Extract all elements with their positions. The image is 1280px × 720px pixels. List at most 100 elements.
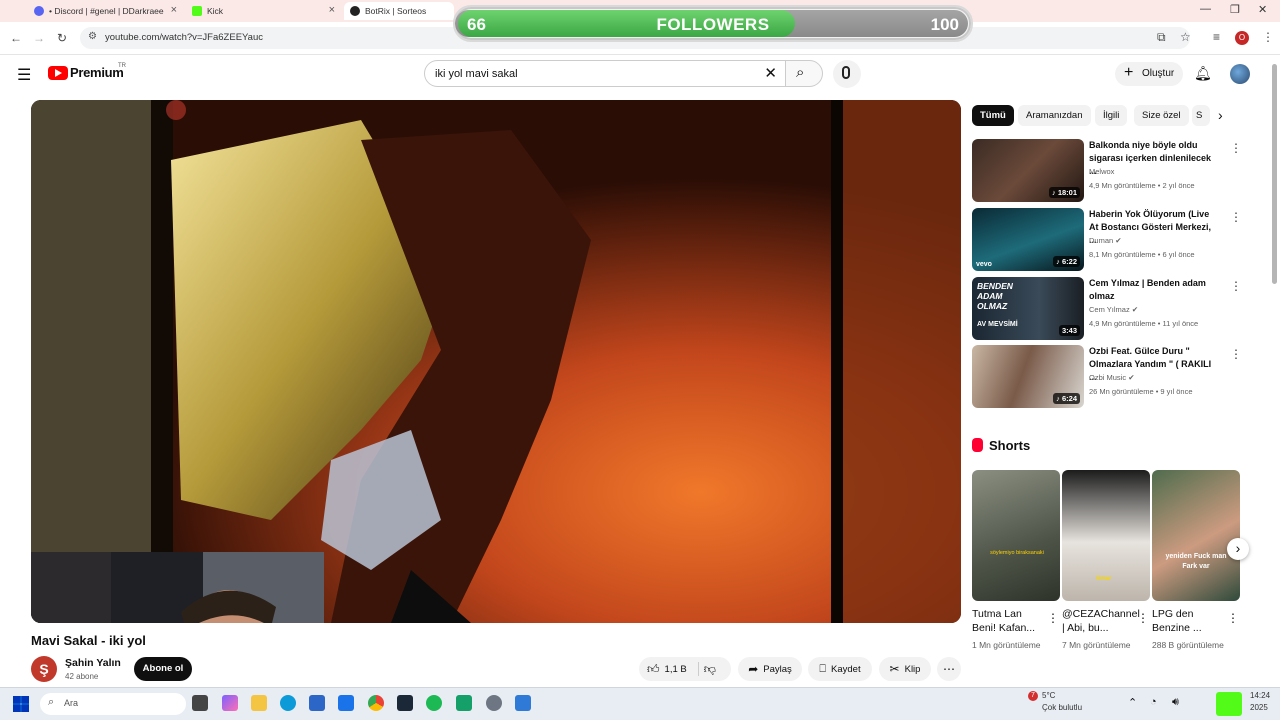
steam-icon[interactable] [397,695,413,711]
short-thumbnail[interactable]: yeniden Fuck man Fark var [1152,470,1240,601]
reload-icon[interactable]: ↻ [57,31,67,45]
speaker-icon[interactable]: 🔊︎ [1172,696,1179,709]
share-button[interactable]: ➦ Paylaş [738,657,802,681]
short-thumbnail[interactable]: söylemiyo biraksanaki [972,470,1060,601]
obs-icon[interactable] [515,695,531,711]
short-card[interactable]: Umar @CEZAChannel | Abi, bu... 7 Mn görü… [1062,470,1150,651]
subscribe-button[interactable]: Abone ol [134,657,192,681]
clear-search-icon[interactable]: ✕ [764,64,777,82]
video-thumbnail[interactable]: vevo ♪ 6:22 [972,208,1084,271]
kick-tray-icon[interactable] [1216,692,1242,716]
file-explorer-icon[interactable] [251,695,267,711]
install-icon[interactable]: ⧉ [1157,30,1166,45]
clock-time[interactable]: 14:24 [1250,691,1270,700]
weather-text[interactable]: Çok bulutlu [1042,703,1082,712]
more-vertical-icon[interactable]: ⋮ [1230,279,1242,293]
chip-related[interactable]: İlgili [1095,105,1128,126]
more-vertical-icon[interactable]: ⋮ [1230,210,1242,224]
related-title[interactable]: Cem Yılmaz | Benden adam olmaz [1089,277,1219,303]
more-vertical-icon[interactable]: ⋮ [1227,611,1239,625]
like-count: 1,1 B [664,663,687,675]
search-button[interactable]: ⌕ [785,60,823,87]
menu-icon[interactable]: ☰ [17,65,31,85]
voice-search-button[interactable] [833,60,861,88]
chrome-icon[interactable] [368,695,384,711]
related-channel[interactable]: Ozbi Music ✔ [1089,373,1134,382]
bookmark-star-icon[interactable]: ☆ [1180,30,1191,44]
chip-all[interactable]: Tümü [972,105,1014,126]
notifications-bell-icon[interactable]: 🔔︎ [1194,65,1212,82]
more-vertical-icon[interactable]: ⋮ [1230,141,1242,155]
create-button[interactable]: + Oluştur [1115,62,1183,86]
store-icon[interactable] [309,695,325,711]
mail-icon[interactable] [338,695,354,711]
more-actions-button[interactable]: ⋯ [937,657,961,681]
chip-for-you[interactable]: Size özel [1134,105,1189,126]
share-icon: ➦ [748,662,759,676]
short-title[interactable]: Tutma Lan Beni! Kafan... [972,607,1046,635]
window-close-icon[interactable]: ✕ [1258,3,1267,16]
related-video[interactable]: vevo ♪ 6:22 Haberin Yok Ölüyorum (Live A… [972,208,1252,271]
related-video[interactable]: ♪ 18:01 Balkonda niye böyle oldu sigaras… [972,139,1252,202]
short-thumbnail[interactable]: Umar [1062,470,1150,601]
taskbar-search[interactable]: ⌕ Ara [40,693,186,715]
tab-botrix[interactable]: BotRix | Sorteos [344,2,454,20]
task-view-icon[interactable] [192,695,208,711]
site-info-icon[interactable]: ⚙ [88,31,97,42]
settings-gear-icon[interactable] [486,695,502,711]
video-thumbnail[interactable]: ♪ 18:01 [972,139,1084,202]
close-icon[interactable]: × [329,4,335,16]
clock-date[interactable]: 2025 [1250,703,1268,712]
browser-menu-icon[interactable]: ⋮ [1262,30,1274,44]
back-icon[interactable]: ← [10,31,22,45]
windows-start-icon[interactable] [13,696,29,712]
related-video[interactable]: BENDEN ADAM OLMAZ AV MEVSİMİ 3:43 Cem Yı… [972,277,1252,340]
clip-button[interactable]: ✂ Klip [879,657,931,681]
more-vertical-icon[interactable]: ⋮ [1047,611,1059,625]
app-icon[interactable] [456,695,472,711]
tab-discord[interactable]: • Discord | #genel | DDarkraee × [28,2,183,20]
minimize-icon[interactable]: — [1200,3,1211,15]
tray-chevron-icon[interactable]: ⌃ [1128,696,1137,709]
short-views: 288 B görüntüleme [1152,640,1224,650]
shorts-next-button[interactable]: › [1227,538,1249,560]
video-player[interactable] [31,100,961,623]
network-icon[interactable]: ◔ [1150,696,1157,708]
close-icon[interactable]: × [171,4,177,16]
related-channel[interactable]: Melwox [1089,167,1114,176]
duration-badge: 3:43 [1058,325,1080,336]
short-title[interactable]: @CEZAChannel | Abi, bu... [1062,607,1140,635]
spotify-icon[interactable] [426,695,442,711]
video-thumbnail[interactable]: ♪ 6:24 [972,345,1084,408]
copilot-icon[interactable] [222,695,238,711]
weather-temp[interactable]: 5°C [1042,691,1055,700]
related-video[interactable]: ♪ 6:24 Ozbi Feat. Gülce Duru " Olmazlara… [972,345,1252,408]
short-title[interactable]: LPG den Benzine ... [1152,607,1226,635]
maximize-icon[interactable]: ❐ [1230,3,1240,16]
chevron-right-icon[interactable]: › [1218,107,1223,123]
short-card[interactable]: yeniden Fuck man Fark var LPG den Benzin… [1152,470,1240,651]
chip-from-search[interactable]: Aramanızdan [1018,105,1091,126]
save-button[interactable]: ⎕ Kaydet [808,657,872,681]
tab-kick[interactable]: Kick × [186,2,341,20]
short-card[interactable]: söylemiyo biraksanaki Tutma Lan Beni! Ka… [972,470,1060,651]
media-icon[interactable]: ≡ [1213,30,1220,44]
discord-icon [34,6,44,16]
related-channel[interactable]: Duman ✔ [1089,236,1122,245]
forward-icon[interactable]: → [33,31,45,45]
profile-avatar[interactable]: O [1235,31,1249,45]
page-scrollbar[interactable] [1272,64,1277,684]
edge-icon[interactable] [280,695,296,711]
channel-name[interactable]: Şahin Yalın [65,657,121,669]
related-channel[interactable]: Cem Yılmaz ✔ [1089,305,1138,314]
search-input[interactable]: iki yol mavi sakal ✕ [424,60,786,87]
more-vertical-icon[interactable]: ⋮ [1230,347,1242,361]
dislike-button[interactable]: 👎︎ [704,662,716,677]
scrollbar-thumb[interactable] [1272,64,1277,284]
like-button[interactable]: 👍︎ 1,1 B [647,662,687,677]
channel-avatar[interactable]: Ş [31,656,57,682]
video-thumbnail[interactable]: BENDEN ADAM OLMAZ AV MEVSİMİ 3:43 [972,277,1084,340]
more-vertical-icon[interactable]: ⋮ [1137,611,1149,625]
account-avatar[interactable] [1230,64,1250,84]
chip-partial[interactable]: S [1192,105,1210,126]
